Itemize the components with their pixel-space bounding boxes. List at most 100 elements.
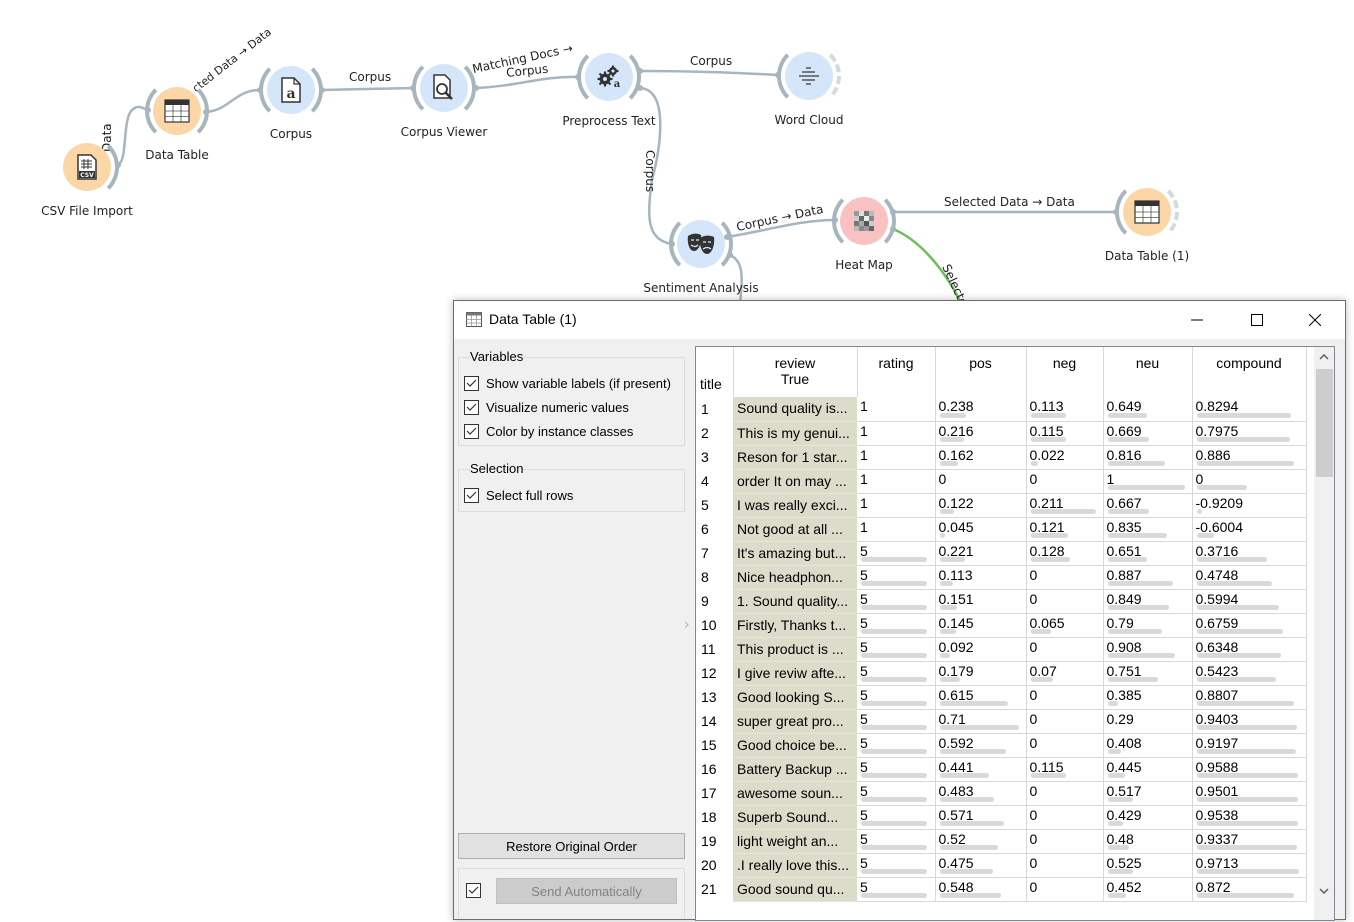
cell-neg[interactable]: 0.121 [1026, 517, 1104, 542]
cell-neu[interactable]: 0.849 [1103, 589, 1193, 614]
cell-neu[interactable]: 0.408 [1103, 733, 1193, 758]
node-corpus[interactable]: a Corpus [231, 58, 351, 166]
cell-compound[interactable]: 0.6348 [1192, 637, 1307, 662]
table-row[interactable]: 16 Battery Backup ... 5 0.441 0.115 0.445 0.95… [696, 757, 1307, 782]
cell-neg[interactable]: 0.115 [1026, 757, 1104, 782]
cell-review[interactable]: .I really love this... [733, 853, 857, 878]
cell-pos[interactable]: 0.122 [935, 493, 1027, 518]
cell-pos[interactable]: 0.548 [935, 877, 1027, 902]
cell-compound[interactable]: 0.9337 [1192, 829, 1307, 854]
cell-neu[interactable]: 0.429 [1103, 805, 1193, 830]
cell-neg[interactable]: 0 [1026, 637, 1104, 662]
cell-compound[interactable]: 0 [1192, 469, 1307, 494]
cell-neu[interactable]: 1 [1103, 469, 1193, 494]
table-row[interactable]: 14 super great pro... 5 0.71 0 0.29 0.9403 [696, 709, 1307, 734]
send-automatically-checkbox[interactable] [466, 883, 481, 898]
cell-neg[interactable]: 0 [1026, 877, 1104, 902]
cell-neg[interactable]: 0 [1026, 589, 1104, 614]
row-header[interactable]: 13 [696, 685, 733, 709]
cell-review[interactable]: awesome soun... [733, 781, 857, 806]
row-header[interactable]: 10 [696, 613, 733, 637]
table-row[interactable]: 9 1. Sound quality... 5 0.151 0 0.849 0.5994 [696, 589, 1307, 614]
maximize-button[interactable] [1234, 301, 1280, 339]
table-row[interactable]: 5I was really exci... 1 0.122 0.211 0.667 -0.… [696, 493, 1307, 518]
cell-neg[interactable]: 0.128 [1026, 541, 1104, 566]
node-corpus-viewer[interactable]: Corpus Viewer [384, 56, 504, 164]
cell-rating[interactable]: 5 [857, 685, 936, 710]
cell-rating[interactable]: 5 [857, 541, 936, 566]
row-header[interactable]: 2 [696, 421, 733, 445]
cell-rating[interactable]: 5 [857, 733, 936, 758]
table-row[interactable]: 8 Nice headphon... 5 0.113 0 0.887 0.4748 [696, 565, 1307, 590]
minimize-button[interactable] [1174, 301, 1220, 339]
cell-compound[interactable]: 0.886 [1192, 445, 1307, 470]
corner-header[interactable]: title [696, 347, 734, 397]
scroll-down-button[interactable] [1314, 881, 1334, 901]
cell-rating[interactable]: 1 [857, 493, 936, 518]
cell-neu[interactable]: 0.887 [1103, 565, 1193, 590]
cell-review[interactable]: Sound quality is... [733, 397, 857, 422]
cell-rating[interactable]: 5 [857, 613, 936, 638]
row-header[interactable]: 11 [696, 637, 733, 661]
cell-compound[interactable]: 0.5423 [1192, 661, 1307, 686]
row-header[interactable]: 16 [696, 757, 733, 781]
cell-neu[interactable]: 0.525 [1103, 853, 1193, 878]
scrollbar-thumb[interactable] [1316, 369, 1333, 477]
cell-review[interactable]: Nice headphon... [733, 565, 857, 590]
cell-compound[interactable]: 0.7975 [1192, 421, 1307, 446]
cell-compound[interactable]: 0.9538 [1192, 805, 1307, 830]
cell-neu[interactable]: 0.445 [1103, 757, 1193, 782]
row-header[interactable]: 1 [696, 397, 733, 421]
cell-review[interactable]: It's amazing but... [733, 541, 857, 566]
cell-rating[interactable]: 5 [857, 757, 936, 782]
color-by-instance-classes-checkbox[interactable]: Color by instance classes [464, 421, 633, 441]
cell-neg[interactable]: 0.07 [1026, 661, 1104, 686]
show-variable-labels-checkbox[interactable]: Show variable labels (if present) [464, 373, 671, 393]
table-row[interactable]: 2 This is my genui... 1 0.216 0.115 0.669 0.79… [696, 421, 1307, 446]
cell-review[interactable]: super great pro... [733, 709, 857, 734]
cell-rating[interactable]: 1 [857, 517, 936, 542]
table-row[interactable]: 11 This product is ... 5 0.092 0 0.908 0.6348 [696, 637, 1307, 662]
cell-rating[interactable]: 5 [857, 853, 936, 878]
checkbox[interactable] [464, 399, 479, 415]
table-row[interactable]: 18 Superb Sound... 5 0.571 0 0.429 0.9538 [696, 805, 1307, 830]
column-header-pos[interactable]: pos [935, 347, 1027, 397]
cell-compound[interactable]: 0.3716 [1192, 541, 1307, 566]
cell-rating[interactable]: 5 [857, 781, 936, 806]
cell-compound[interactable]: 0.8294 [1192, 397, 1307, 422]
cell-compound[interactable]: 0.9403 [1192, 709, 1307, 734]
cell-pos[interactable]: 0.145 [935, 613, 1027, 638]
cell-compound[interactable]: 0.5994 [1192, 589, 1307, 614]
table-row[interactable]: 6 Not good at all ... 1 0.045 0.121 0.835 -0.6… [696, 517, 1307, 542]
row-header[interactable]: 12 [696, 661, 733, 685]
row-header[interactable]: 14 [696, 709, 733, 733]
cell-neg[interactable]: 0 [1026, 565, 1104, 590]
column-header-rating[interactable]: rating [857, 347, 936, 397]
cell-review[interactable]: This product is ... [733, 637, 857, 662]
cell-rating[interactable]: 5 [857, 661, 936, 686]
table-row[interactable]: 21 Good sound qu... 5 0.548 0 0.452 0.872 [696, 877, 1307, 902]
table-row[interactable]: 10 Firstly, Thanks t... 5 0.145 0.065 0.79 0.6… [696, 613, 1307, 638]
cell-neg[interactable]: 0.022 [1026, 445, 1104, 470]
column-header-neu[interactable]: neu [1103, 347, 1193, 397]
cell-pos[interactable]: 0.216 [935, 421, 1027, 446]
cell-neg[interactable]: 0 [1026, 469, 1104, 494]
cell-rating[interactable]: 5 [857, 805, 936, 830]
cell-rating[interactable]: 5 [857, 709, 936, 734]
cell-neu[interactable]: 0.385 [1103, 685, 1193, 710]
cell-rating[interactable]: 5 [857, 637, 936, 662]
cell-pos[interactable]: 0.71 [935, 709, 1027, 734]
row-header[interactable]: 19 [696, 829, 733, 853]
close-button[interactable] [1292, 301, 1338, 339]
cell-rating[interactable]: 5 [857, 829, 936, 854]
cell-compound[interactable]: 0.9713 [1192, 853, 1307, 878]
checkbox[interactable] [464, 375, 479, 391]
cell-review[interactable]: Good looking S... [733, 685, 857, 710]
row-header[interactable]: 18 [696, 805, 733, 829]
cell-compound[interactable]: 0.6759 [1192, 613, 1307, 638]
cell-rating[interactable]: 1 [857, 445, 936, 470]
cell-neg[interactable]: 0.115 [1026, 421, 1104, 446]
cell-review[interactable]: Not good at all ... [733, 517, 857, 542]
cell-neu[interactable]: 0.669 [1103, 421, 1193, 446]
table-row[interactable]: 1 Sound quality is... 1 0.238 0.113 0.649 0.82… [696, 397, 1307, 422]
